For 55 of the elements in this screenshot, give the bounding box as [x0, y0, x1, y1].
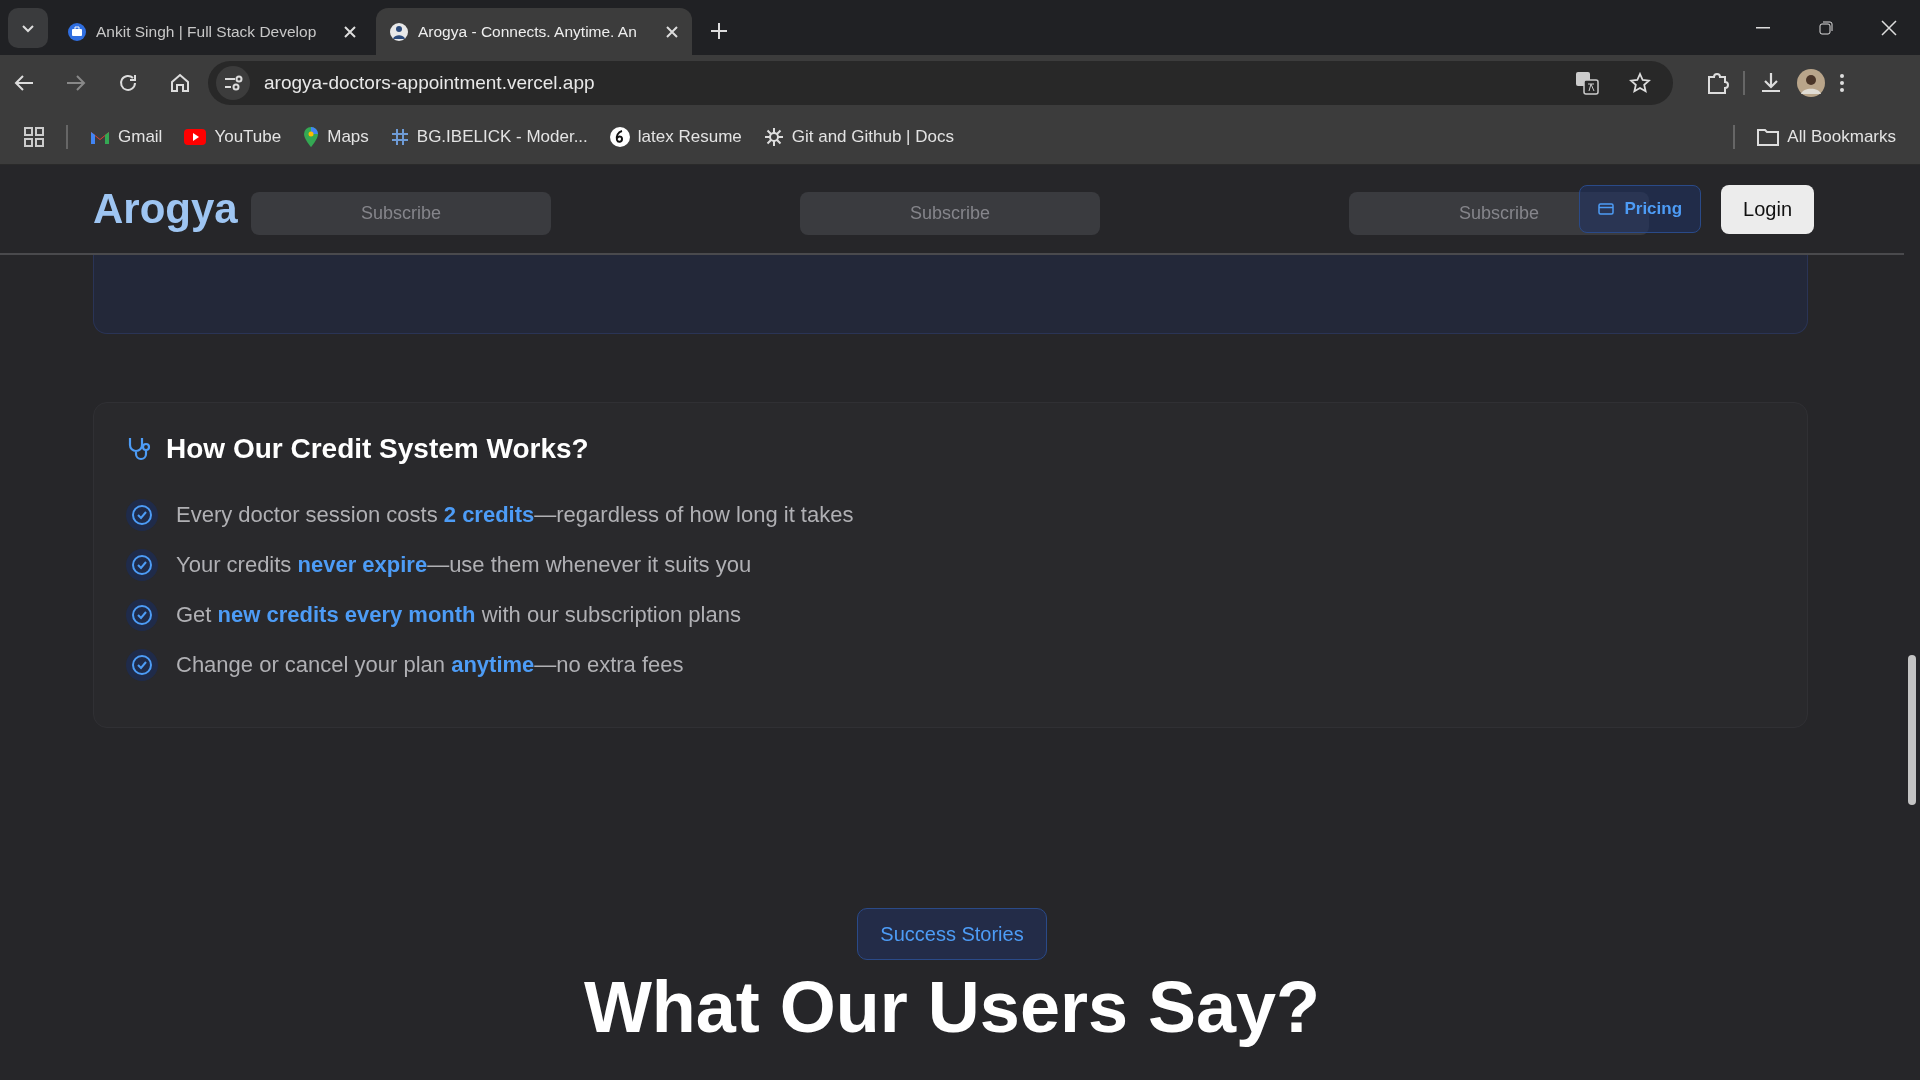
credit-card-icon: [1598, 203, 1615, 215]
map-pin-icon: [303, 126, 320, 148]
bookmark-item[interactable]: latex Resume: [609, 127, 742, 147]
bookmark-item[interactable]: YouTube: [184, 127, 282, 147]
browser-tab[interactable]: Ankit Singh | Full Stack Develop: [54, 8, 370, 55]
check-circle-icon: [126, 649, 158, 681]
reload-icon[interactable]: [118, 72, 138, 93]
puzzle-icon[interactable]: [1705, 70, 1729, 95]
home-icon[interactable]: [170, 72, 190, 93]
forward-icon[interactable]: [66, 73, 86, 92]
section-heading: What Our Users Say?: [583, 968, 1321, 1048]
feature-text: Your credits never expire—use them whenever it suits you: [176, 552, 752, 578]
briefcase-icon: [68, 22, 86, 41]
login-button[interactable]: Login: [1721, 184, 1814, 234]
logo-text[interactable]: Arogya: [93, 185, 238, 233]
check-circle-icon: [126, 599, 158, 631]
check-circle-icon: [126, 549, 158, 581]
mail-icon: [90, 129, 110, 145]
all-bookmarks-button[interactable]: All Bookmarks: [1757, 127, 1896, 147]
play-icon: [184, 129, 207, 145]
bookmark-item[interactable]: Git and Github | Docs: [763, 127, 954, 147]
section-title: How Our Credit System Works?: [166, 433, 589, 465]
translate-icon[interactable]: [1575, 70, 1599, 95]
apps-grid-icon[interactable]: [24, 127, 44, 147]
site-settings-icon[interactable]: [216, 65, 250, 100]
scrollbar-thumb[interactable]: [1908, 655, 1916, 805]
feature-text: Change or cancel your plan anytime—no extra fees: [176, 652, 684, 678]
pricing-button[interactable]: Pricing: [1579, 185, 1702, 233]
bookmark-item[interactable]: BG.IBELICK - Moder...: [390, 127, 588, 147]
check-circle-icon: [126, 499, 158, 531]
restore-icon[interactable]: [1818, 20, 1833, 35]
figure-icon: [390, 22, 408, 41]
feature-text: Get new credits every month with our subscription plans: [176, 602, 741, 628]
star-icon[interactable]: [1629, 71, 1651, 94]
close-icon[interactable]: [344, 25, 356, 38]
chevron-down-icon: [21, 23, 35, 33]
back-icon[interactable]: [14, 73, 34, 92]
avatar-icon[interactable]: [1797, 68, 1825, 97]
download-icon[interactable]: [1759, 70, 1783, 95]
feature-text: Every doctor session costs 2 credits—regardless of how long it takes: [176, 502, 854, 528]
bookmark-item[interactable]: Maps: [303, 126, 369, 148]
minimize-icon[interactable]: [1755, 26, 1770, 29]
gear-icon: [763, 127, 784, 147]
hash-icon: [390, 128, 409, 146]
bookmark-item[interactable]: Gmail: [90, 127, 163, 147]
folder-icon: [1757, 128, 1780, 146]
stethoscope-icon: [126, 436, 152, 462]
new-tab-icon[interactable]: [710, 22, 728, 40]
browser-tab[interactable]: Arogya - Connects. Anytime. An: [376, 8, 692, 55]
address-bar[interactable]: arogya-doctors-appointment.vercel.app: [208, 60, 1673, 105]
close-icon[interactable]: [666, 25, 678, 38]
section-badge: Success Stories: [857, 908, 1047, 960]
circle-logo-icon: [609, 127, 630, 147]
menu-icon[interactable]: [1839, 72, 1845, 93]
close-icon[interactable]: [1880, 19, 1897, 36]
